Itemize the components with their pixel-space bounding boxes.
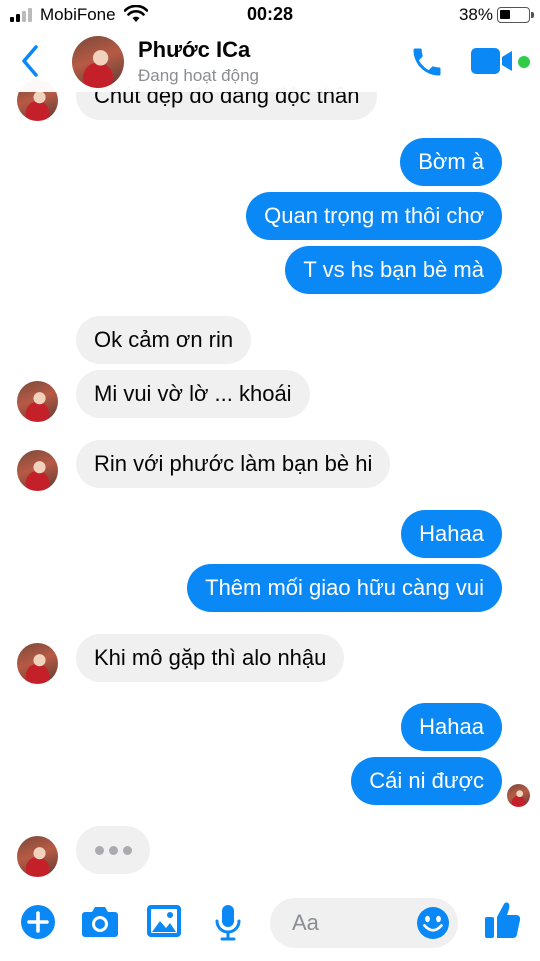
message-bubble-incoming[interactable]: Mi vui vờ lờ ... khoái <box>76 370 310 418</box>
back-arrow-icon[interactable] <box>20 44 40 78</box>
message-bubble-outgoing[interactable]: Bờm à <box>400 138 502 186</box>
message-bubble-outgoing[interactable]: Quan trọng m thôi chơ <box>246 192 502 240</box>
camera-icon[interactable] <box>81 904 119 938</box>
sender-avatar[interactable] <box>17 381 58 422</box>
message-input-container <box>270 898 458 948</box>
message-bubble-incoming[interactable]: Khi mô gặp thì alo nhậu <box>76 634 345 682</box>
message-bubble-incoming[interactable]: Ok cảm ơn rin <box>76 316 252 364</box>
plus-icon[interactable] <box>20 904 56 940</box>
contact-name[interactable]: Phước ICa <box>138 37 250 63</box>
message-bubble-outgoing[interactable]: Hahaa <box>401 703 502 751</box>
contact-avatar[interactable] <box>72 36 124 88</box>
sender-avatar[interactable] <box>17 450 58 491</box>
online-indicator <box>518 56 530 68</box>
microphone-icon[interactable] <box>213 904 243 942</box>
sender-avatar[interactable] <box>17 836 58 877</box>
message-composer <box>0 890 540 961</box>
message-bubble-incoming[interactable]: Rin với phước làm bạn bè hi <box>76 440 391 488</box>
video-call-icon[interactable] <box>470 47 514 75</box>
status-bar: MobiFone 00:28 38% <box>0 0 540 30</box>
message-bubble-outgoing[interactable]: T vs hs bạn bè mà <box>285 246 502 294</box>
battery-icon <box>497 7 534 23</box>
message-bubble-outgoing[interactable]: Cái ni được <box>351 757 502 805</box>
phone-call-icon[interactable] <box>408 44 446 80</box>
message-bubble-outgoing[interactable]: Hahaa <box>401 510 502 558</box>
conversation-header: Phước ICa Đang hoạt động <box>0 30 540 92</box>
sender-avatar[interactable] <box>17 643 58 684</box>
photo-gallery-icon[interactable] <box>146 904 182 938</box>
message-input[interactable] <box>292 908 412 938</box>
typing-indicator <box>76 826 150 874</box>
battery-percent: 38% <box>458 5 493 24</box>
emoji-icon[interactable] <box>416 906 450 940</box>
message-bubble-outgoing[interactable]: Thêm mối giao hữu càng vui <box>187 564 502 612</box>
contact-active-status: Đang hoạt động <box>138 66 259 85</box>
thumbs-up-icon[interactable] <box>484 900 522 940</box>
seen-receipt-avatar <box>507 784 530 807</box>
